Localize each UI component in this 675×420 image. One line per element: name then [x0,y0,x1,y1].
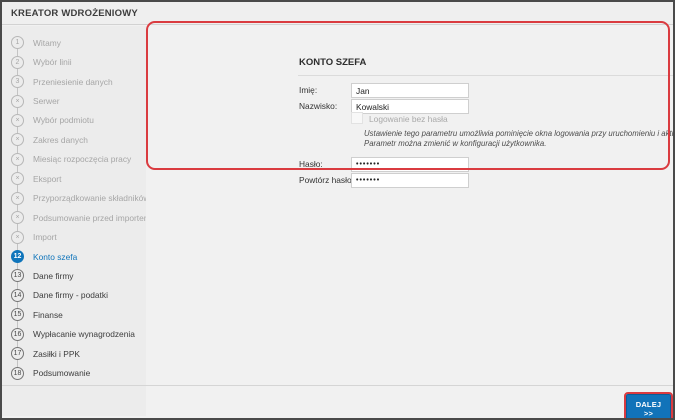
first-name-label: Imię: [299,85,318,95]
sidebar-step-18[interactable]: 18 Podsumowanie [2,363,146,382]
step-label: Przyporządkowanie składników [33,193,150,204]
step-label: Dane firmy - podatki [33,290,108,301]
step-number: 15 [11,308,24,322]
step-label: Konto szefa [33,251,78,262]
wizard-window: KREATOR WDROŻENIOWY 1 Witamy 2 Wybór lin… [0,0,675,420]
password-label: Hasło: [299,159,323,169]
sidebar-step-3[interactable]: 3 Przeniesienie danych [2,72,146,91]
sidebar-step-10[interactable]: × Podsumowanie przed importem [2,208,151,227]
sidebar-step-12[interactable]: 12 Konto szefa [2,247,146,266]
last-name-input[interactable] [351,99,469,114]
step-label: Wypłacanie wynagrodzenia [33,329,135,340]
sidebar-step-9[interactable]: × Przyporządkowanie składników [2,189,150,208]
step-label: Finanse [33,309,63,320]
step-label: Wybór linii [33,57,72,68]
step-number: 2 [11,55,24,69]
step-label: Wybór podmiotu [33,115,94,126]
skipped-x-icon: × [11,230,24,244]
step-label: Podsumowanie przed importem [33,212,151,223]
last-name-label: Nazwisko: [299,101,338,111]
step-number: 17 [11,347,24,361]
step-label: Eksport [33,173,62,184]
panel-title: KONTO SZEFA [299,57,367,68]
step-number: 14 [11,288,24,302]
sidebar-step-16[interactable]: 16 Wypłacanie wynagrodzenia [2,325,146,344]
sidebar-step-5[interactable]: × Wybór podmiotu [2,111,146,130]
no-password-login-checkbox[interactable] [351,112,363,124]
sidebar-step-15[interactable]: 15 Finanse [2,305,146,324]
step-number: 16 [11,327,24,341]
step-label: Miesiąc rozpoczęcia pracy [33,154,132,165]
footer-separator [2,385,673,386]
sidebar-step-13[interactable]: 13 Dane firmy [2,266,146,285]
skipped-x-icon: × [11,113,24,127]
skipped-x-icon: × [11,133,24,147]
app-title: KREATOR WDROŻENIOWY [2,2,673,25]
no-password-login-label: Logowanie bez hasła [369,114,448,124]
parameter-note-line2: Parametr można zmienić w konfiguracji uż… [364,139,547,148]
panel-title-separator [298,75,673,76]
step-label: Dane firmy [33,270,74,281]
step-label: Podsumowanie [33,368,91,379]
skipped-x-icon: × [11,191,24,205]
sidebar-step-2[interactable]: 2 Wybór linii [2,52,146,71]
main-content: KONTO SZEFA ? Imię: Nazwisko: Logowanie … [146,26,673,416]
skipped-x-icon: × [11,152,24,166]
step-number: 12 [11,250,24,264]
wizard-steps-list: 1 Witamy 2 Wybór linii 3 Przeniesienie d… [2,26,151,383]
sidebar-step-8[interactable]: × Eksport [2,169,146,188]
skipped-x-icon: × [11,94,24,108]
step-label: Zasiłki i PPK [33,348,81,359]
step-number: 3 [11,75,24,89]
annotation-button-outline: DALEJ >> [624,392,673,418]
parameter-note-line1: Ustawienie tego parametru umożliwia pomi… [364,129,673,138]
sidebar-step-1[interactable]: 1 Witamy [2,33,146,52]
skipped-x-icon: × [11,172,24,186]
step-number: 13 [11,269,24,283]
step-label: Zakres danych [33,134,88,145]
sidebar-step-17[interactable]: 17 Zasiłki i PPK [2,344,146,363]
sidebar-step-11[interactable]: × Import [2,227,146,246]
step-label: Witamy [33,37,61,48]
password-input[interactable] [351,157,469,172]
step-label: Przeniesienie danych [33,76,113,87]
step-label: Serwer [33,96,60,107]
step-number: 1 [11,36,24,50]
next-button[interactable]: DALEJ >> [626,394,671,418]
first-name-input[interactable] [351,83,469,98]
sidebar-step-7[interactable]: × Miesiąc rozpoczęcia pracy [2,150,146,169]
step-number: 18 [11,366,24,380]
sidebar-step-4[interactable]: × Serwer [2,91,146,110]
sidebar-step-6[interactable]: × Zakres danych [2,130,146,149]
sidebar: 1 Witamy 2 Wybór linii 3 Przeniesienie d… [2,26,151,416]
repeat-password-input[interactable] [351,173,469,188]
sidebar-step-14[interactable]: 14 Dane firmy - podatki [2,286,146,305]
skipped-x-icon: × [11,211,24,225]
repeat-password-label: Powtórz hasło: [299,175,354,185]
step-label: Import [33,232,57,243]
